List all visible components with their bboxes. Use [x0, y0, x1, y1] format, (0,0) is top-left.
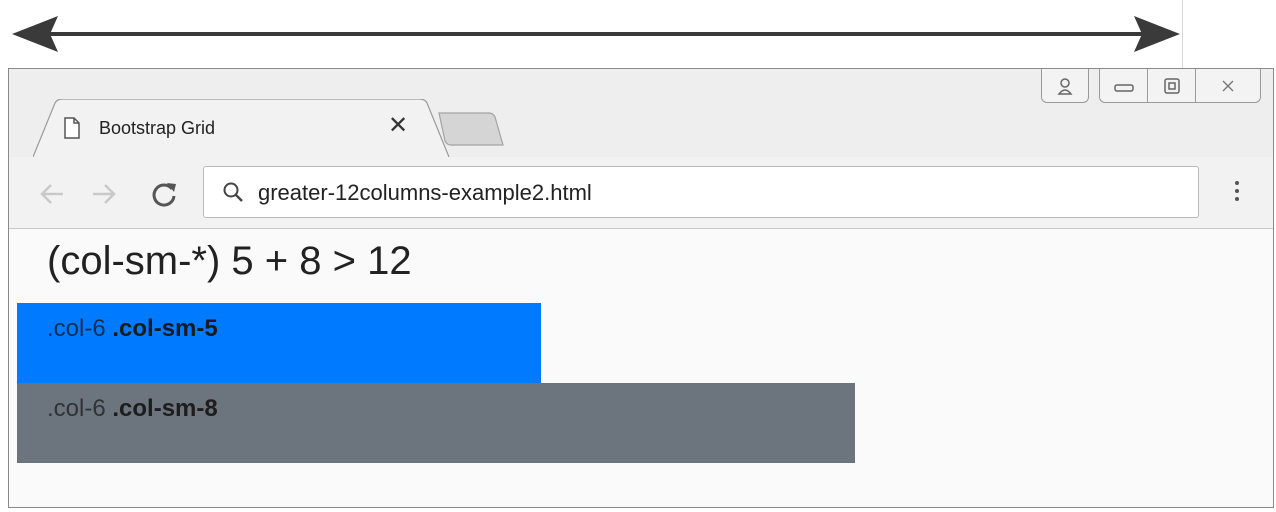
- minimize-icon: [1113, 83, 1134, 92]
- page-heading: (col-sm-*) 5 + 8 > 12: [47, 239, 412, 283]
- close-window-icon: [1222, 80, 1234, 91]
- column-class-prefix: .col-6: [47, 395, 106, 422]
- address-bar[interactable]: greater-12columns-example2.html: [203, 166, 1199, 218]
- reload-icon[interactable]: [149, 179, 179, 209]
- profile-button[interactable]: [1041, 69, 1089, 103]
- grid-column-col-sm-8: .col-6 .col-sm-8: [17, 383, 855, 463]
- column-class-sm: .col-sm-8: [112, 395, 218, 422]
- document-icon: [64, 117, 80, 139]
- search-icon: [223, 182, 243, 202]
- forward-arrow-icon[interactable]: [89, 179, 119, 209]
- window-controls: [1041, 69, 1261, 103]
- column-class-sm: .col-sm-5: [112, 315, 218, 342]
- maximize-icon: [1163, 77, 1180, 94]
- title-bar: Bootstrap Grid ✕: [9, 69, 1273, 157]
- close-window-button[interactable]: [1195, 69, 1261, 103]
- back-arrow-icon[interactable]: [37, 179, 67, 209]
- kebab-menu-icon[interactable]: [1227, 177, 1247, 209]
- url-text: greater-12columns-example2.html: [258, 180, 592, 205]
- profile-icon: [1057, 77, 1073, 95]
- tab-title: Bootstrap Grid: [99, 118, 216, 138]
- page-viewport: (col-sm-*) 5 + 8 > 12 .col-6 .col-sm-5 .…: [9, 229, 1273, 507]
- grid-column-col-sm-5: .col-6 .col-sm-5: [17, 303, 541, 383]
- tab-bootstrap-grid[interactable]: Bootstrap Grid ✕: [33, 99, 453, 157]
- viewport-edge-guide: [1182, 0, 1183, 68]
- browser-window: Bootstrap Grid ✕ greater-12columns-examp…: [8, 68, 1274, 508]
- maximize-button[interactable]: [1147, 69, 1195, 103]
- column-class-prefix: .col-6: [47, 315, 106, 342]
- new-tab-button[interactable]: [437, 111, 505, 147]
- minimize-button[interactable]: [1099, 69, 1147, 103]
- double-headed-arrow-icon: [12, 16, 1180, 52]
- close-tab-button[interactable]: ✕: [385, 113, 411, 139]
- browser-toolbar: greater-12columns-example2.html: [9, 157, 1273, 229]
